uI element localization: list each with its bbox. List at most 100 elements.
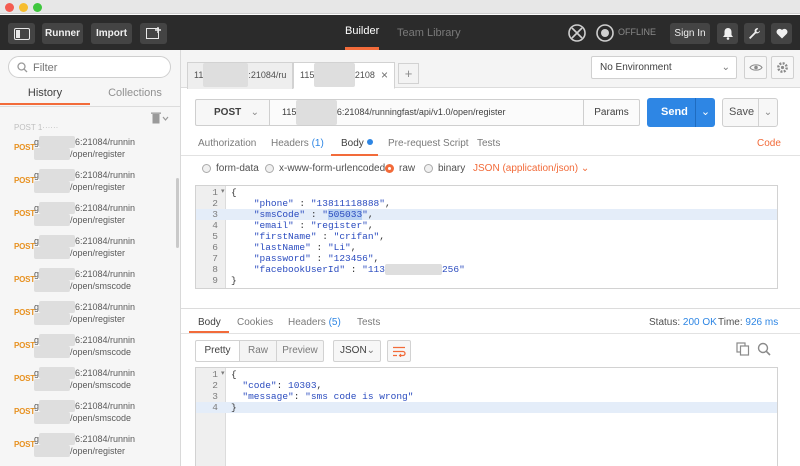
time-value: 926 ms: [745, 317, 779, 328]
code-line: 7 "password" : "123456",: [196, 253, 777, 264]
redacted-host: xxxxxxxx: [39, 433, 76, 445]
tab-test-results[interactable]: Tests: [357, 317, 380, 328]
redacted-host: xxxxxxxx: [39, 202, 76, 214]
send-button[interactable]: Send ⌄: [647, 98, 715, 127]
tab-authorization[interactable]: Authorization: [198, 138, 256, 149]
code-line: 6 "lastName" : "Li",: [196, 242, 777, 253]
view-pretty-button[interactable]: Pretty: [195, 340, 240, 362]
redacted-path: xxxxxxxx: [34, 445, 70, 457]
sync-status-icon[interactable]: [595, 23, 615, 43]
app-header: Runner Import Builder Team Library OFFLI…: [0, 15, 800, 50]
history-item[interactable]: POST gxxxxxxxx6:21084/runninxxxxxxxx/ope…: [0, 296, 176, 329]
history-item[interactable]: POST gxxxxxxxx6:21084/runninxxxxxxxx/ope…: [0, 395, 176, 428]
view-preview-button[interactable]: Preview: [276, 340, 324, 362]
tab-history[interactable]: History: [0, 83, 90, 105]
history-url-line1: 6:21084/runnin: [75, 401, 136, 411]
favorite-button[interactable]: [771, 23, 792, 44]
history-item[interactable]: POST gxxxxxxxx6:21084/runninxxxxxxxx/ope…: [0, 230, 176, 263]
interceptor-icon[interactable]: [567, 23, 587, 43]
filter-input[interactable]: [33, 60, 163, 75]
main-panel: 11xxxxxxxxxx:21084/ru 115xxxxxxxxx2108 ×…: [181, 50, 800, 466]
save-button[interactable]: Save ⌄: [722, 98, 778, 127]
code-line: 4 "email" : "register",: [196, 220, 777, 231]
line-number: 1: [212, 187, 218, 198]
close-tab-button[interactable]: ×: [381, 63, 388, 87]
clear-history-button[interactable]: [151, 112, 169, 124]
wrap-lines-button[interactable]: [387, 340, 411, 362]
method-select[interactable]: POST ⌄: [195, 99, 270, 126]
method-badge: POST: [14, 242, 35, 251]
fold-arrow-icon[interactable]: ▾: [221, 369, 225, 380]
view-raw-button[interactable]: Raw: [239, 340, 277, 362]
toggle-sidebar-button[interactable]: [8, 23, 35, 44]
send-label: Send: [661, 106, 688, 118]
save-options-chevron-icon[interactable]: ⌄: [758, 99, 777, 126]
redacted-path: xxxxxxxx: [34, 313, 70, 325]
redacted-path: xxxxxxxx: [34, 247, 70, 259]
code-line: 2 "code": 10303,: [196, 380, 777, 391]
fold-arrow-icon[interactable]: ▾: [221, 187, 225, 198]
sidebar-scrollbar[interactable]: [176, 178, 179, 248]
send-options-chevron-icon[interactable]: ⌄: [695, 98, 715, 127]
history-item[interactable]: POST gxxxxxxxx6:21084/runninxxxxxxxx/ope…: [0, 164, 176, 197]
zoom-window-button[interactable]: [33, 3, 42, 12]
radio-form-data[interactable]: form-data: [202, 163, 259, 174]
json-value-selected: 505033: [327, 209, 363, 220]
minimize-window-button[interactable]: [19, 3, 28, 12]
tab-response-body[interactable]: Body: [198, 317, 221, 328]
history-item[interactable]: POST gxxxxxxxx6:21084/runninxxxxxxxx/ope…: [0, 428, 176, 461]
copy-response-button[interactable]: [736, 342, 750, 356]
history-item[interactable]: POST gxxxxxxxx6:21084/runninxxxxxxxx/ope…: [0, 263, 176, 296]
tab-response-headers[interactable]: Headers (5): [288, 317, 341, 328]
runner-button[interactable]: Runner: [42, 23, 83, 44]
tab-team-library[interactable]: Team Library: [397, 15, 461, 50]
radio-binary[interactable]: binary: [424, 163, 465, 174]
tab-collections[interactable]: Collections: [90, 83, 180, 105]
response-format-select[interactable]: JSON ⌄: [333, 340, 381, 362]
notifications-button[interactable]: [717, 23, 738, 44]
json-value: "register": [310, 220, 368, 231]
request-tab[interactable]: 11xxxxxxxxxx:21084/ru: [187, 62, 293, 89]
content-type-select[interactable]: JSON (application/json) ⌄: [473, 163, 589, 174]
params-button[interactable]: Params: [583, 99, 640, 126]
tab-headers[interactable]: Headers (1): [271, 138, 324, 149]
generate-code-link[interactable]: Code: [757, 138, 781, 149]
tab-pre-request-script[interactable]: Pre-request Script: [388, 138, 469, 149]
request-tab-bar: 11xxxxxxxxxx:21084/ru 115xxxxxxxxx2108 ×…: [181, 50, 800, 89]
manage-environments-button[interactable]: [771, 56, 794, 79]
save-label: Save: [729, 106, 755, 118]
offline-status: OFFLINE: [618, 27, 657, 37]
wrap-lines-icon: [393, 346, 406, 357]
history-item[interactable]: POST gxxxxxxxx6:21084/runninxxxxxxxx/ope…: [0, 329, 176, 362]
code-line: 8 "facebookUserId" : "113xxxxxxxxxx256": [196, 264, 777, 275]
history-item[interactable]: POST gxxxxxxxx6:21084/runninxxxxxxxx/ope…: [0, 131, 176, 164]
environment-select[interactable]: No Environment ⌄: [591, 56, 737, 79]
redacted-host: xxxxxxxx: [39, 169, 76, 181]
history-item[interactable]: POST gxxxxxxxx6:21084/runninxxxxxxxx/ope…: [0, 362, 176, 395]
import-button[interactable]: Import: [91, 23, 132, 44]
redacted-host: xxxxxxxx: [39, 301, 76, 313]
tab-cookies[interactable]: Cookies: [237, 317, 273, 328]
sign-in-button[interactable]: Sign In: [670, 23, 710, 44]
settings-button[interactable]: [744, 23, 765, 44]
redacted-host: xxxxxxxx: [39, 334, 76, 346]
tab-builder[interactable]: Builder: [345, 15, 380, 50]
code-line: 3 "message": "sms code is wrong": [196, 391, 777, 402]
url-input[interactable]: 115xxxxxxxxx6:21084/runningfast/api/v1.0…: [269, 99, 584, 126]
tab-body[interactable]: Body: [341, 138, 373, 149]
history-url-line1: 6:21084/runnin: [75, 236, 136, 246]
tab-tests[interactable]: Tests: [477, 138, 500, 149]
request-tab-active[interactable]: 115xxxxxxxxx2108 ×: [293, 62, 395, 89]
environment-quick-look-button[interactable]: [744, 56, 767, 79]
filter-box[interactable]: [8, 56, 171, 78]
radio-urlencoded[interactable]: x-www-form-urlencoded: [265, 163, 385, 174]
close-window-button[interactable]: [5, 3, 14, 12]
new-window-button[interactable]: [140, 23, 167, 44]
radio-raw[interactable]: raw: [385, 163, 415, 174]
history-item[interactable]: POST gxxxxxxxx6:21084/runninxxxxxxxx/ope…: [0, 197, 176, 230]
line-number: 2: [212, 380, 218, 391]
response-body-viewer[interactable]: 1 ▾ { 2 "code": 10303, 3 "message": "sms c…: [195, 367, 778, 466]
request-body-editor[interactable]: 1 ▾ { 2 "phone" : "13811118888", 3 "smsCod…: [195, 185, 778, 289]
search-response-button[interactable]: [757, 342, 771, 356]
add-tab-button[interactable]: +: [398, 63, 419, 84]
